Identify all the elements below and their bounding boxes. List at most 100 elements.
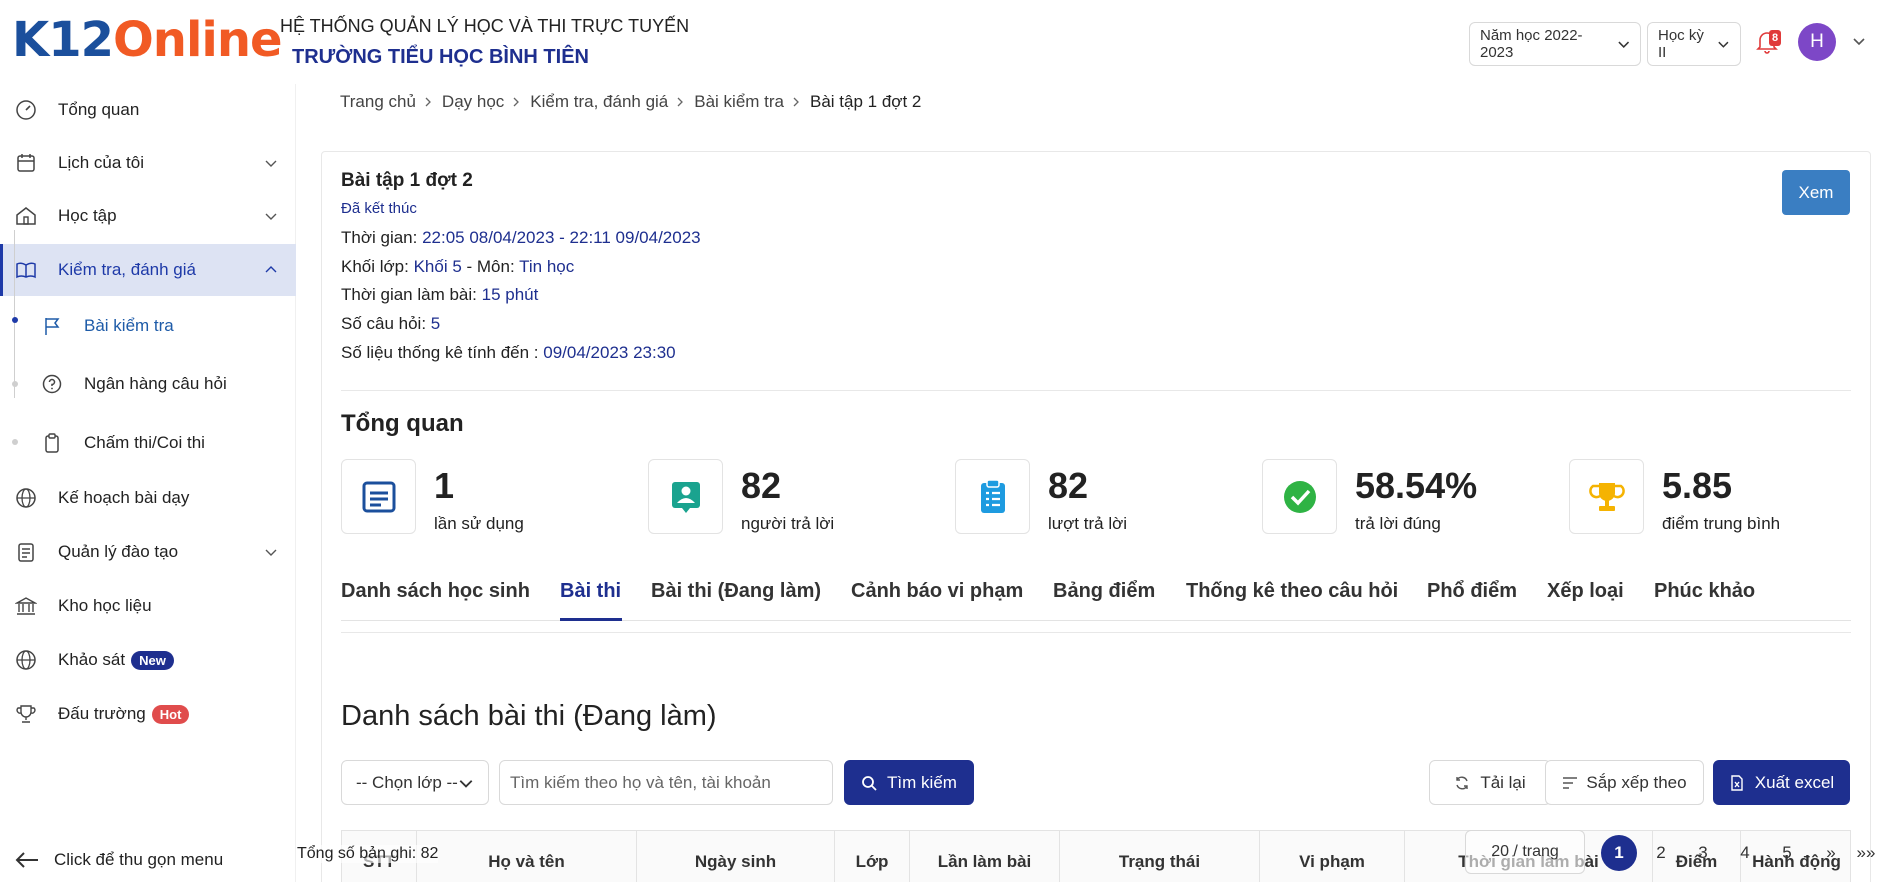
- last-page[interactable]: »»: [1848, 835, 1884, 871]
- column-header[interactable]: Vi phạm: [1260, 831, 1405, 882]
- tab-classification[interactable]: Xếp loại: [1547, 580, 1624, 603]
- tab-score-distribution[interactable]: Phổ điểm: [1427, 580, 1517, 603]
- exam-questions-row: Số câu hỏi: 5: [341, 314, 440, 334]
- next-page[interactable]: »: [1813, 835, 1849, 871]
- collapse-menu-button[interactable]: Click để thu gọn menu: [14, 850, 223, 870]
- stat-value: 82: [1048, 465, 1089, 506]
- page-1[interactable]: 1: [1601, 835, 1637, 871]
- flag-icon: [40, 314, 64, 338]
- sidebar-item-arena[interactable]: Đấu trường Hot: [0, 688, 296, 740]
- term-select[interactable]: Học kỳ II: [1647, 22, 1741, 66]
- tab-exams[interactable]: Bài thi: [560, 580, 621, 603]
- chevron-down-icon: [1617, 41, 1629, 48]
- sort-lines-icon: [1563, 776, 1578, 789]
- sidebar-item-label: Kế hoạch bài dạy: [58, 488, 190, 507]
- chevron-down-icon: [265, 213, 277, 220]
- chevron-down-icon[interactable]: [1852, 34, 1866, 48]
- sidebar-subitem-grading[interactable]: Chấm thi/Coi thi: [0, 417, 296, 469]
- class-select-value: -- Chọn lớp --: [356, 772, 458, 792]
- exam-grade-row: Khối lớp: Khối 5 - Môn: Tin học: [341, 257, 574, 277]
- stat-value: 82: [741, 465, 782, 506]
- stat-value: 5.85: [1662, 465, 1733, 506]
- sidebar-item-label: Lịch của tôi: [58, 153, 144, 172]
- school-year-value: Năm học 2022-2023: [1480, 27, 1583, 61]
- sidebar-item-study[interactable]: Học tập: [0, 190, 296, 242]
- sidebar-subitem-label: Chấm thi/Coi thi: [84, 433, 205, 452]
- school-year-select[interactable]: Năm học 2022-2023: [1469, 22, 1641, 66]
- view-button[interactable]: Xem: [1782, 170, 1850, 215]
- sidebar-item-lesson-plan[interactable]: Kế hoạch bài dạy: [0, 472, 296, 524]
- tab-score-table[interactable]: Bảng điểm: [1053, 580, 1155, 603]
- sidebar-item-material-library[interactable]: Kho học liệu: [0, 580, 296, 632]
- new-badge: New: [131, 650, 174, 670]
- sidebar-subitem-question-bank[interactable]: Ngân hàng câu hỏi: [0, 358, 296, 410]
- sidebar-subitem-label: Bài kiểm tra: [84, 316, 174, 335]
- list-title: Danh sách bài thi (Đang làm): [341, 700, 717, 732]
- clipboard-icon: [40, 431, 64, 455]
- time-label: Thời gian:: [341, 228, 423, 247]
- sidebar-item-label: Đấu trường: [58, 704, 146, 723]
- page-3[interactable]: 3: [1685, 835, 1721, 871]
- trophy-icon: [1569, 459, 1644, 534]
- collapse-menu-label: Click để thu gọn menu: [54, 850, 224, 869]
- stat-label: lượt trả lời: [1048, 514, 1128, 533]
- sidebar-item-label: Kho học liệu: [58, 596, 152, 615]
- sidebar-item-my-calendar[interactable]: Lịch của tôi: [0, 137, 296, 189]
- chevron-up-icon: [265, 266, 277, 273]
- chevron-down-icon: [265, 549, 277, 556]
- search-input[interactable]: [499, 760, 833, 805]
- column-header[interactable]: Họ và tên: [417, 831, 637, 882]
- page-size-select[interactable]: 20 / trang: [1465, 830, 1585, 874]
- chevron-down-icon: [265, 160, 277, 167]
- reload-button[interactable]: Tải lại: [1429, 760, 1551, 805]
- reload-icon: [1456, 776, 1469, 789]
- divider: [341, 390, 1851, 391]
- subject-value: Tin học: [519, 257, 575, 276]
- search-button[interactable]: Tìm kiếm: [844, 760, 974, 805]
- page-5[interactable]: 5: [1769, 835, 1805, 871]
- breadcrumb-assessment[interactable]: Kiểm tra, đánh giá: [530, 92, 668, 112]
- tab-student-list[interactable]: Danh sách học sinh: [341, 580, 530, 603]
- exam-title: Bài tập 1 đợt 2: [341, 170, 473, 191]
- top-header: K12Online HỆ THỐNG QUẢN LÝ HỌC VÀ THI TR…: [0, 0, 1886, 84]
- class-select[interactable]: -- Chọn lớp --: [341, 760, 489, 805]
- breadcrumb-tests[interactable]: Bài kiểm tra: [694, 92, 784, 112]
- breadcrumb-teaching[interactable]: Dạy học: [442, 92, 504, 112]
- chevron-right-icon: [793, 97, 799, 107]
- sidebar-item-survey[interactable]: Khảo sát New: [0, 634, 296, 686]
- sort-button-label: Sắp xếp theo: [1586, 772, 1687, 792]
- sort-button[interactable]: Sắp xếp theo: [1545, 760, 1704, 805]
- grade-value: Khối 5: [413, 257, 462, 276]
- sidebar-item-label: Khảo sát: [58, 650, 126, 669]
- calendar-icon: [14, 151, 38, 175]
- school-name: TRƯỜNG TIỂU HỌC BÌNH TIÊN: [292, 46, 589, 68]
- column-header[interactable]: Lần làm bài: [910, 831, 1060, 882]
- questions-value: 5: [430, 314, 441, 333]
- sidebar-item-label: Kiểm tra, đánh giá: [58, 260, 196, 279]
- sidebar-subitem-tests[interactable]: Bài kiểm tra: [0, 300, 296, 352]
- page-2[interactable]: 2: [1643, 835, 1679, 871]
- page-4[interactable]: 4: [1727, 835, 1763, 871]
- dashboard-icon: [14, 98, 38, 122]
- sidebar-item-training-management[interactable]: Quản lý đào tạo: [0, 526, 296, 578]
- k12online-logo[interactable]: K12Online: [12, 12, 283, 68]
- exam-status: Đã kết thúc: [341, 200, 417, 217]
- duration-label: Thời gian làm bài:: [341, 285, 482, 304]
- sidebar-item-overview[interactable]: Tổng quan: [0, 84, 296, 136]
- chevron-down-icon: [1718, 41, 1729, 48]
- column-header[interactable]: Trạng thái: [1060, 831, 1260, 882]
- column-header[interactable]: Ngày sinh: [637, 831, 835, 882]
- export-excel-button[interactable]: Xuất excel: [1713, 760, 1850, 805]
- sidebar-item-assessment[interactable]: Kiểm tra, đánh giá: [0, 244, 296, 296]
- tab-review[interactable]: Phúc khảo: [1654, 580, 1755, 603]
- exam-duration-row: Thời gian làm bài: 15 phút: [341, 285, 538, 305]
- tab-violation-warnings[interactable]: Cảnh báo vi phạm: [851, 580, 1023, 603]
- tab-exams-in-progress[interactable]: Bài thi (Đang làm): [651, 580, 821, 603]
- column-header[interactable]: Lớp: [835, 831, 910, 882]
- breadcrumb-home[interactable]: Trang chủ: [340, 92, 416, 112]
- user-avatar[interactable]: H: [1798, 23, 1836, 61]
- sidebar-item-label: Học tập: [58, 206, 117, 225]
- tab-question-stats[interactable]: Thống kê theo câu hỏi: [1186, 580, 1398, 603]
- chevron-right-icon: [513, 97, 520, 107]
- chevron-down-icon: [459, 779, 473, 788]
